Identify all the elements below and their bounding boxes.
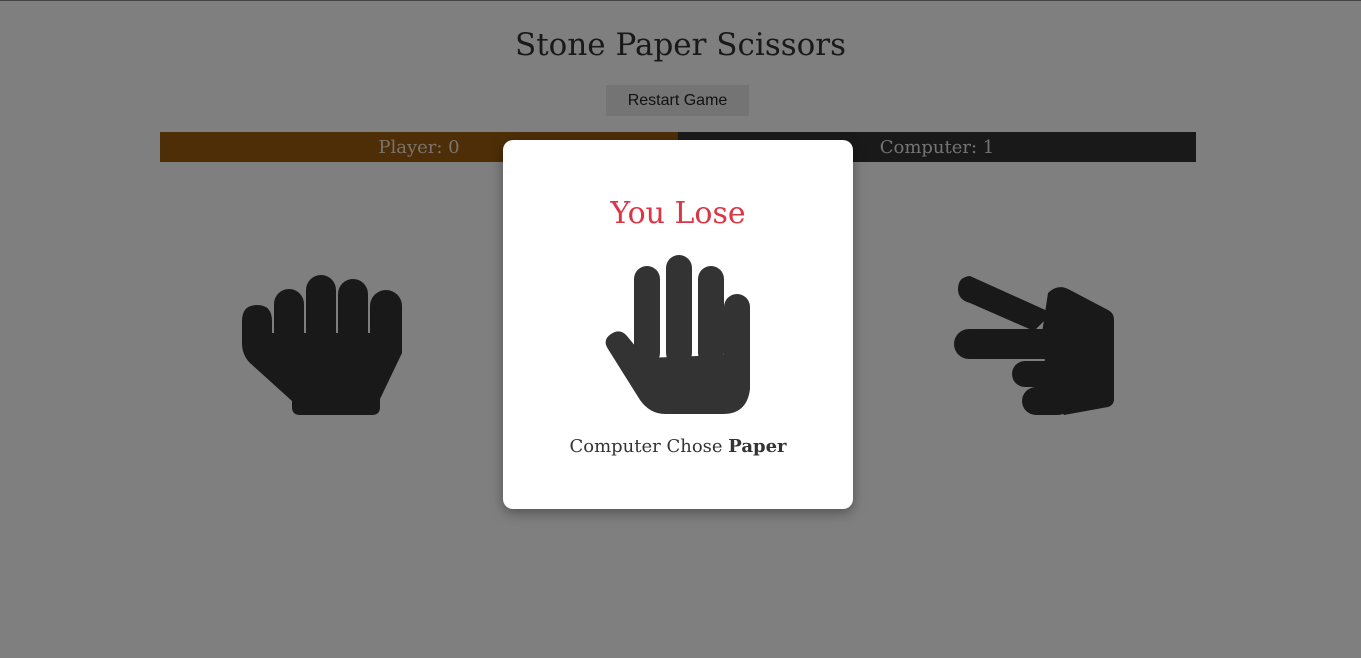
result-title: You Lose	[610, 196, 746, 231]
computer-choice-value: Paper	[728, 436, 787, 457]
computer-choice-text: Computer Chose Paper	[503, 436, 853, 457]
hand-paper-icon	[605, 254, 751, 420]
computer-choice-prefix: Computer Chose	[569, 436, 723, 457]
result-modal: You Lose Computer Chose Paper	[503, 140, 853, 509]
game-page: Stone Paper Scissors Restart Game Player…	[0, 0, 1361, 658]
